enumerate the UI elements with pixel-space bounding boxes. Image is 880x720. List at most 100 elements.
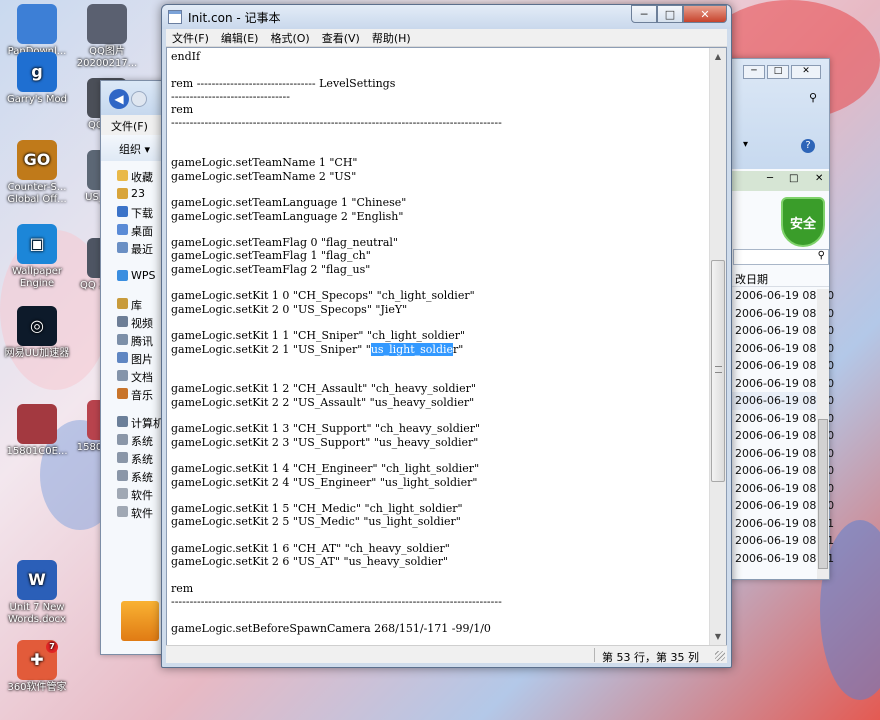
desktop-icon[interactable]: g Garry's Mod <box>0 52 74 106</box>
text-line[interactable]: gameLogic.setKit 2 5 "US_Medic" "us_ligh… <box>171 515 707 528</box>
text-line[interactable]: gameLogic.setTeamFlag 1 "flag_ch" <box>171 249 707 262</box>
text-line[interactable] <box>171 223 707 236</box>
back-button[interactable]: ◀ <box>109 89 129 109</box>
text-line[interactable]: gameLogic.setKit 2 2 "US_Assault" "us_he… <box>171 396 707 409</box>
text-line[interactable]: gameLogic.setTeamName 1 "CH" <box>171 156 707 169</box>
close-button[interactable]: ✕ <box>791 65 821 79</box>
text-line[interactable]: rem -------------------------------- Lev… <box>171 77 707 90</box>
panel-close-icon[interactable]: ✕ <box>815 173 823 184</box>
desktop-icon[interactable]: ▣ Wallpaper Engine <box>0 224 74 290</box>
file-list-row[interactable]: 2006-06-19 08:40 <box>729 427 834 445</box>
editor-text-content[interactable]: endIf rem -------------------------------… <box>171 50 707 645</box>
text-line[interactable] <box>171 635 707 645</box>
file-list-row[interactable]: 2006-06-19 08:40 <box>729 445 834 463</box>
file-list-row[interactable]: 2006-06-19 08:40 <box>729 392 834 410</box>
resize-grip-icon[interactable] <box>715 651 725 661</box>
text-line[interactable] <box>171 409 707 422</box>
text-line[interactable]: gameLogic.setTeamLanguage 2 "English" <box>171 210 707 223</box>
minimize-button[interactable]: ─ <box>631 5 657 23</box>
text-line[interactable]: rem <box>171 103 707 116</box>
file-list-row[interactable]: 2006-06-19 08:40 <box>729 322 834 340</box>
desktop-icon[interactable]: PanDownl... <box>0 4 74 58</box>
text-line[interactable] <box>171 143 707 156</box>
panel-max-icon[interactable]: □ <box>789 173 798 184</box>
menu-edit[interactable]: 编辑(E) <box>215 30 265 46</box>
text-line[interactable]: gameLogic.setKit 1 3 "CH_Support" "ch_he… <box>171 422 707 435</box>
text-line[interactable] <box>171 529 707 542</box>
desktop-icon[interactable]: W Unit 7 New Words.docx <box>0 560 74 626</box>
text-line[interactable] <box>171 569 707 582</box>
text-line[interactable]: gameLogic.setKit 2 3 "US_Support" "us_he… <box>171 436 707 449</box>
text-line[interactable]: gameLogic.setKit 2 0 "US_Specops" "JieY" <box>171 303 707 316</box>
right-window-scrollbar[interactable] <box>817 289 829 579</box>
text-line[interactable]: gameLogic.setKit 1 0 "CH_Specops" "ch_li… <box>171 289 707 302</box>
background-window-right[interactable]: ─ □ ✕ ⚲ ? ▾ ─ □ ✕ 安全 ⚲ 改日期 2006-06-19 08… <box>728 58 834 580</box>
text-line[interactable] <box>171 130 707 143</box>
text-line[interactable] <box>171 489 707 502</box>
file-list-row[interactable]: 2006-06-19 08:41 <box>729 515 834 533</box>
text-line[interactable]: gameLogic.setKit 1 5 "CH_Medic" "ch_ligh… <box>171 502 707 515</box>
panel-min-icon[interactable]: ─ <box>767 173 773 184</box>
file-list-row[interactable]: 2006-06-19 08:41 <box>729 550 834 568</box>
text-line[interactable] <box>171 608 707 621</box>
text-line[interactable] <box>171 63 707 76</box>
scroll-up-arrow-icon[interactable]: ▲ <box>710 48 726 65</box>
text-line[interactable]: gameLogic.setTeamFlag 2 "flag_us" <box>171 263 707 276</box>
desktop-icon[interactable]: GO Counter-S... Global Off... <box>0 140 74 206</box>
scroll-down-arrow-icon[interactable]: ▼ <box>710 628 726 645</box>
file-list-row[interactable]: 2006-06-19 08:40 <box>729 340 834 358</box>
file-list-row[interactable]: 2006-06-19 08:40 <box>729 375 834 393</box>
desktop-icon[interactable]: 15801C0E... <box>0 404 74 458</box>
text-line[interactable]: ----------------------------------------… <box>171 595 707 608</box>
text-line[interactable] <box>171 316 707 329</box>
text-line[interactable] <box>171 449 707 462</box>
view-dropdown-icon[interactable]: ▾ <box>743 139 748 150</box>
text-line[interactable]: gameLogic.setKit 1 6 "CH_AT" "ch_heavy_s… <box>171 542 707 555</box>
menu-file[interactable]: 文件(F) <box>166 30 215 46</box>
minimize-button[interactable]: ─ <box>743 65 765 79</box>
forward-button[interactable] <box>131 91 147 107</box>
scrollbar-thumb[interactable] <box>818 419 828 569</box>
text-line[interactable]: ----------------------------------------… <box>171 116 707 129</box>
selected-text[interactable]: us_light_soldie <box>370 342 454 356</box>
text-line[interactable]: -------------------------------- <box>171 90 707 103</box>
text-line[interactable] <box>171 369 707 382</box>
text-line[interactable]: rem <box>171 582 707 595</box>
file-list-row[interactable]: 2006-06-19 08:40 <box>729 305 834 323</box>
menu-help[interactable]: 帮助(H) <box>366 30 417 46</box>
notepad-titlebar[interactable]: Init.con - 记事本 ─ □ ✕ <box>162 5 731 29</box>
file-list-row[interactable]: 2006-06-19 08:41 <box>729 532 834 550</box>
menu-view[interactable]: 查看(V) <box>316 30 366 46</box>
text-line[interactable] <box>171 276 707 289</box>
text-line[interactable]: gameLogic.setKit 1 2 "CH_Assault" "ch_he… <box>171 382 707 395</box>
notepad-window[interactable]: Init.con - 记事本 ─ □ ✕ 文件(F) 编辑(E) 格式(O) 查… <box>161 4 732 668</box>
scrollbar-thumb[interactable] <box>711 260 725 482</box>
file-list-row[interactable]: 2006-06-19 08:40 <box>729 462 834 480</box>
close-button[interactable]: ✕ <box>683 5 727 23</box>
maximize-button[interactable]: □ <box>767 65 789 79</box>
text-line[interactable]: gameLogic.setKit 1 1 "CH_Sniper" "ch_lig… <box>171 329 707 342</box>
desktop-icon[interactable]: ✚ 7 360软件管家 <box>0 640 74 694</box>
file-list-row[interactable]: 2006-06-19 08:40 <box>729 410 834 428</box>
vertical-scrollbar[interactable]: ▲ ▼ <box>709 48 726 645</box>
text-line[interactable] <box>171 356 707 369</box>
menu-format[interactable]: 格式(O) <box>264 30 315 46</box>
text-line[interactable]: gameLogic.setTeamFlag 0 "flag_neutral" <box>171 236 707 249</box>
text-line[interactable]: gameLogic.setKit 2 4 "US_Engineer" "us_l… <box>171 476 707 489</box>
file-list-row[interactable]: 2006-06-19 08:40 <box>729 357 834 375</box>
text-line-selected[interactable]: gameLogic.setKit 2 1 "US_Sniper" "us_lig… <box>171 342 707 356</box>
text-line[interactable]: endIf <box>171 50 707 63</box>
text-line[interactable]: gameLogic.setTeamName 2 "US" <box>171 170 707 183</box>
text-line[interactable]: gameLogic.setKit 1 4 "CH_Engineer" "ch_l… <box>171 462 707 475</box>
date-modified-column-header[interactable]: 改日期 <box>729 267 829 287</box>
search-field[interactable]: ⚲ <box>733 249 829 265</box>
text-editor[interactable]: endIf rem -------------------------------… <box>166 47 727 646</box>
text-line[interactable]: gameLogic.setBeforeSpawnCamera 268/151/-… <box>171 622 707 635</box>
security-shield-icon[interactable]: 安全 <box>781 197 825 247</box>
text-line[interactable]: gameLogic.setKit 2 6 "US_AT" "us_heavy_s… <box>171 555 707 568</box>
text-line[interactable] <box>171 183 707 196</box>
maximize-button[interactable]: □ <box>657 5 683 23</box>
file-list-row[interactable]: 2006-06-19 08:40 <box>729 287 834 305</box>
file-list-row[interactable]: 2006-06-19 08:40 <box>729 480 834 498</box>
file-list-row[interactable]: 2006-06-19 08:40 <box>729 497 834 515</box>
